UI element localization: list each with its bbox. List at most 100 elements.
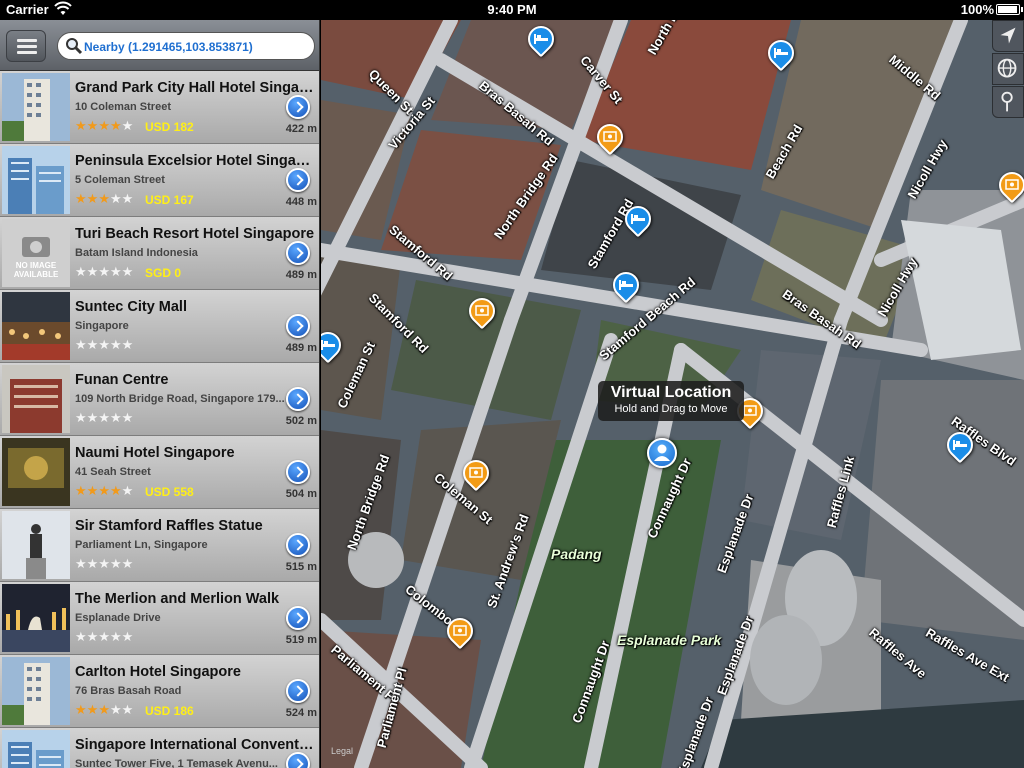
search-field[interactable]: Nearby (1.291465,103.853871) xyxy=(57,32,315,60)
star-rating: ★★★★★ xyxy=(75,191,134,206)
poi-pin[interactable] xyxy=(463,292,501,330)
star-rating: ★★★★★ xyxy=(75,483,134,498)
map-view[interactable]: Queen St Carver St North Br Middle Rd Bras B… xyxy=(321,20,1024,768)
result-address: 109 North Bridge Road, Singapore 179... xyxy=(75,393,285,405)
result-row[interactable]: Peninsula Excelsior Hotel Singap... 5 Col… xyxy=(0,144,319,217)
area-label: Esplanade Park xyxy=(617,632,722,648)
result-thumbnail xyxy=(2,438,70,506)
result-name: Peninsula Excelsior Hotel Singap... xyxy=(75,153,315,169)
poi-pin[interactable] xyxy=(591,118,629,156)
star-rating: ★★★★★ xyxy=(75,556,134,571)
detail-disclosure-button[interactable] xyxy=(286,679,310,703)
globe-button[interactable] xyxy=(992,53,1024,85)
result-distance: 422 m xyxy=(285,123,317,135)
bed-icon xyxy=(619,280,633,290)
location-arrow-icon xyxy=(1000,27,1016,44)
result-row[interactable]: Funan Centre 109 North Bridge Road, Singa… xyxy=(0,363,319,436)
detail-disclosure-button[interactable] xyxy=(286,606,310,630)
result-address: 10 Coleman Street xyxy=(75,101,171,113)
result-row[interactable]: The Merlion and Merlion Walk Esplanade Dr… xyxy=(0,582,319,655)
hotel-pin[interactable] xyxy=(941,426,979,464)
callout-subtitle: Hold and Drag to Move xyxy=(614,403,728,415)
result-address: Esplanade Drive xyxy=(75,612,161,624)
star-rating: ★★★★★ xyxy=(75,118,134,133)
result-address: Singapore xyxy=(75,320,129,332)
results-list: Grand Park City Hall Hotel Singapo... 10 … xyxy=(0,71,319,768)
photo-icon xyxy=(743,405,757,416)
result-thumbnail xyxy=(2,146,70,214)
search-icon xyxy=(66,38,83,55)
result-row[interactable]: Carlton Hotel Singapore 76 Bras Basah Roa… xyxy=(0,655,319,728)
detail-disclosure-button[interactable] xyxy=(286,168,310,192)
hotel-pin[interactable] xyxy=(522,20,560,58)
result-thumbnail xyxy=(2,657,70,725)
result-thumbnail xyxy=(2,365,70,433)
locate-button[interactable] xyxy=(992,20,1024,52)
result-thumbnail xyxy=(2,730,70,768)
detail-disclosure-button[interactable] xyxy=(286,314,310,338)
battery-percent: 100% xyxy=(960,2,994,17)
pin-drop-button[interactable] xyxy=(992,86,1024,118)
star-rating: ★★★★★ xyxy=(75,410,134,425)
result-distance: 524 m xyxy=(285,707,317,719)
result-distance: 515 m xyxy=(285,561,317,573)
poi-pin[interactable] xyxy=(993,166,1024,204)
poi-pin[interactable] xyxy=(441,612,479,650)
detail-disclosure-button[interactable] xyxy=(286,460,310,484)
virtual-location-marker[interactable] xyxy=(647,438,677,468)
result-thumbnail xyxy=(2,73,70,141)
detail-disclosure-button[interactable] xyxy=(286,95,310,119)
detail-disclosure-button[interactable] xyxy=(286,387,310,411)
hotel-pin[interactable] xyxy=(619,200,657,238)
result-name: Singapore International Conventio... xyxy=(75,737,315,753)
callout-title: Virtual Location xyxy=(610,384,732,401)
result-thumbnail xyxy=(2,584,70,652)
result-row[interactable]: Sir Stamford Raffles Statue Parliament Ln… xyxy=(0,509,319,582)
detail-disclosure-button[interactable] xyxy=(286,241,310,265)
result-price: USD 558 xyxy=(145,485,194,499)
poi-pin[interactable] xyxy=(457,454,495,492)
result-price: USD 186 xyxy=(145,704,194,718)
hotel-pin[interactable] xyxy=(607,266,645,304)
pin-icon xyxy=(1001,91,1013,112)
star-rating: ★★★★★ xyxy=(75,702,134,717)
result-address: 76 Bras Basah Road xyxy=(75,685,182,697)
person-icon xyxy=(654,444,670,461)
detail-disclosure-button[interactable] xyxy=(286,752,310,768)
result-name: Naumi Hotel Singapore xyxy=(75,445,235,461)
menu-button[interactable] xyxy=(6,30,46,62)
hotel-pin[interactable] xyxy=(762,34,800,72)
search-input[interactable]: Nearby (1.291465,103.853871) xyxy=(84,40,253,54)
result-address: 5 Coleman Street xyxy=(75,174,165,186)
globe-icon xyxy=(997,58,1017,78)
legal-link[interactable]: Legal xyxy=(331,746,353,756)
result-distance: 448 m xyxy=(285,196,317,208)
detail-disclosure-button[interactable] xyxy=(286,533,310,557)
result-distance: 504 m xyxy=(285,488,317,500)
result-distance: 489 m xyxy=(285,342,317,354)
result-name: Grand Park City Hall Hotel Singapo... xyxy=(75,80,315,96)
star-rating: ★★★★★ xyxy=(75,264,134,279)
result-row[interactable]: Suntec City Mall Singapore ★★★★★ 489 m xyxy=(0,290,319,363)
result-name: The Merlion and Merlion Walk xyxy=(75,591,280,607)
photo-icon xyxy=(1005,179,1019,190)
hotel-pin[interactable] xyxy=(321,326,347,364)
results-sidebar: Nearby (1.291465,103.853871) Grand Park … xyxy=(0,20,320,768)
result-thumbnail xyxy=(2,511,70,579)
status-bar: Carrier 9:40 PM 100% xyxy=(0,0,1024,20)
result-price: USD 182 xyxy=(145,120,194,134)
result-row[interactable]: Grand Park City Hall Hotel Singapo... 10 … xyxy=(0,71,319,144)
photo-icon xyxy=(469,467,483,478)
result-name: Carlton Hotel Singapore xyxy=(75,664,241,680)
sidebar-toolbar: Nearby (1.291465,103.853871) xyxy=(0,20,319,71)
result-name: Sir Stamford Raffles Statue xyxy=(75,518,263,534)
result-name: Turi Beach Resort Hotel Singapore xyxy=(75,226,315,242)
bed-icon xyxy=(631,214,645,224)
result-address: Suntec Tower Five, 1 Temasek Avenu... xyxy=(75,758,278,768)
result-row[interactable]: Turi Beach Resort Hotel Singapore Batam I… xyxy=(0,217,319,290)
result-name: Suntec City Mall xyxy=(75,299,187,315)
result-row[interactable]: Naumi Hotel Singapore 41 Seah Street ★★★★★… xyxy=(0,436,319,509)
no-image-label: NO IMAGE AVAILABLE xyxy=(13,261,59,279)
virtual-location-callout[interactable]: Virtual Location Hold and Drag to Move xyxy=(598,381,744,421)
result-row[interactable]: Singapore International Conventio... Sunt… xyxy=(0,728,319,768)
